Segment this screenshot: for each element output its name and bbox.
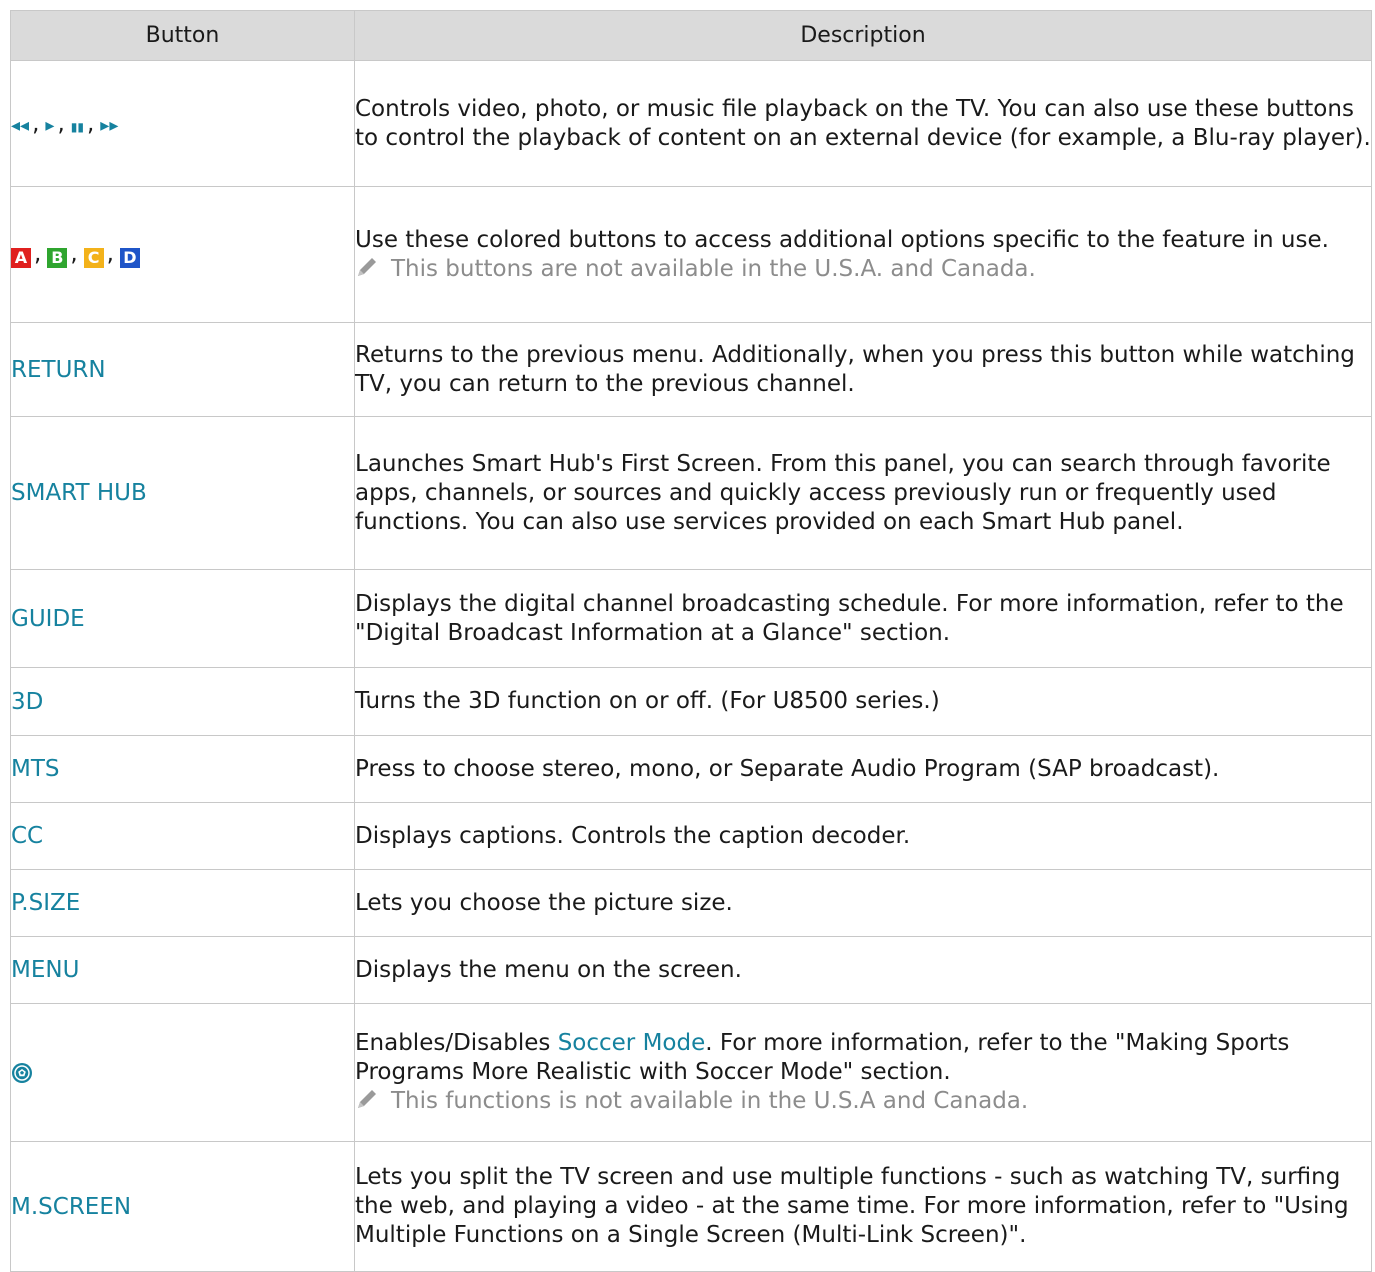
note: This functions is not available in the U… [355, 1087, 1371, 1116]
button-reference-table: Button Description ◂◂, ▸, ▮▮, ▸▸ Controls v… [10, 10, 1372, 1272]
table-row: 3D Turns the 3D function on or off. (For… [10, 667, 1372, 736]
soccer-button-cell [10, 1003, 355, 1142]
description-cell: Enables/Disables Soccer Mode. For more i… [354, 1003, 1372, 1142]
description-cell: Press to choose stereo, mono, or Separat… [354, 735, 1372, 803]
table-header-row: Button Description [10, 10, 1372, 61]
column-header-description: Description [354, 10, 1372, 61]
table-row: A,B,C,D Use these colored buttons to acc… [10, 186, 1372, 323]
button-name: GUIDE [10, 569, 355, 668]
table-row: Enables/Disables Soccer Mode. For more i… [10, 1003, 1372, 1142]
description-cell: Use these colored buttons to access addi… [354, 186, 1372, 323]
description-text: Use these colored buttons to access addi… [355, 226, 1329, 253]
playback-buttons-cell: ◂◂, ▸, ▮▮, ▸▸ [10, 60, 355, 187]
description-cell: Returns to the previous menu. Additional… [354, 322, 1372, 417]
soccer-ball-icon [12, 1062, 32, 1083]
note: This buttons are not available in the U.… [355, 255, 1371, 284]
description-cell: Displays the digital channel broadcastin… [354, 569, 1372, 668]
color-key-b-icon: B [47, 248, 68, 268]
button-name: MTS [10, 735, 355, 803]
description-cell: Displays captions. Controls the caption … [354, 802, 1372, 870]
description-cell: Controls video, photo, or music file pla… [354, 60, 1372, 187]
column-header-button: Button [10, 10, 355, 61]
button-name: M.SCREEN [10, 1141, 355, 1272]
button-name: P.SIZE [10, 869, 355, 937]
note-text: This functions is not available in the U… [391, 1088, 1029, 1114]
pause-icon: ▮▮ [70, 119, 84, 134]
description-cell: Launches Smart Hub's First Screen. From … [354, 416, 1372, 570]
button-name: MENU [10, 936, 355, 1004]
table-row: MENU Displays the menu on the screen. [10, 936, 1372, 1004]
color-key-a-icon: A [11, 248, 31, 268]
button-name: CC [10, 802, 355, 870]
button-name: SMART HUB [10, 416, 355, 570]
table-row: MTS Press to choose stereo, mono, or Sep… [10, 735, 1372, 803]
pencil-icon [358, 1090, 376, 1108]
table-row: CC Displays captions. Controls the capti… [10, 802, 1372, 870]
button-name: RETURN [10, 322, 355, 417]
table-row: M.SCREEN Lets you split the TV screen an… [10, 1141, 1372, 1272]
description-cell: Displays the menu on the screen. [354, 936, 1372, 1004]
table-row: GUIDE Displays the digital channel broad… [10, 569, 1372, 668]
table-row: RETURN Returns to the previous menu. Add… [10, 322, 1372, 417]
table-row: P.SIZE Lets you choose the picture size. [10, 869, 1372, 937]
button-name: 3D [10, 667, 355, 736]
table-row: ◂◂, ▸, ▮▮, ▸▸ Controls video, photo, or mus… [10, 60, 1372, 187]
play-icon: ▸ [45, 114, 55, 136]
description-text: Enables/Disables [355, 1030, 558, 1056]
color-key-c-icon: C [83, 248, 104, 268]
description-cell: Lets you choose the picture size. [354, 869, 1372, 937]
soccer-mode-link[interactable]: Soccer Mode [558, 1030, 706, 1056]
description-cell: Lets you split the TV screen and use mul… [354, 1141, 1372, 1272]
note-text: This buttons are not available in the U.… [391, 255, 1036, 282]
color-buttons-cell: A,B,C,D [10, 186, 355, 323]
fast-forward-icon: ▸▸ [100, 114, 119, 136]
rewind-icon: ◂◂ [11, 114, 30, 136]
pencil-icon [358, 257, 376, 276]
color-key-d-icon: D [119, 248, 140, 268]
description-cell: Turns the 3D function on or off. (For U8… [354, 667, 1372, 736]
table-row: SMART HUB Launches Smart Hub's First Scr… [10, 416, 1372, 570]
